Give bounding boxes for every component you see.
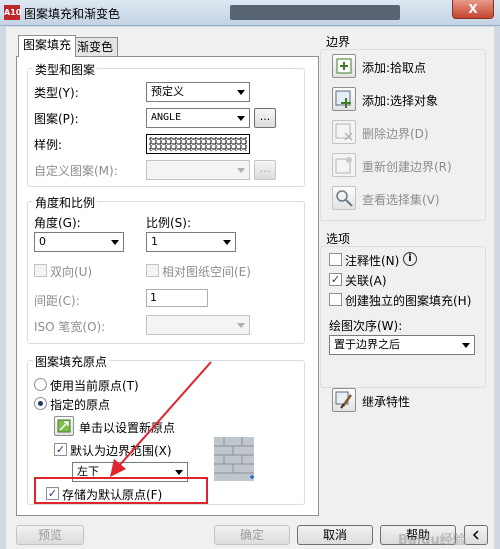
window-title: 图案填充和渐变色 bbox=[24, 7, 121, 21]
draw-order-label: 绘图次序(W): bbox=[329, 319, 403, 333]
view-selections-button[interactable] bbox=[332, 186, 356, 210]
close-button[interactable]: X bbox=[452, 0, 494, 19]
independent-hatch-checkbox[interactable] bbox=[329, 293, 342, 306]
inherit-properties-button[interactable] bbox=[332, 388, 356, 412]
inherit-properties-label: 继承特性 bbox=[362, 395, 411, 409]
draw-order-dropdown[interactable]: 置于边界之后 bbox=[329, 335, 475, 355]
dialog-client: 图案填充 渐变色 类型和图案 类型(Y): 预定义 图案(P): ANGLE .… bbox=[6, 27, 494, 549]
annotative-checkbox[interactable] bbox=[329, 253, 342, 266]
tab-hatch[interactable]: 图案填充 bbox=[18, 35, 77, 57]
recreate-boundary-label: 重新创建边界(R) bbox=[362, 160, 452, 174]
watermark-text: Baidu经验 bbox=[398, 533, 466, 548]
annotative-label: 注释性(N) bbox=[345, 254, 400, 268]
options-section-title: 选项 bbox=[326, 232, 351, 246]
add-select-objects-button[interactable] bbox=[332, 87, 356, 111]
remove-boundaries-button[interactable] bbox=[332, 120, 356, 144]
chevron-left-icon bbox=[472, 530, 479, 540]
magnifier-icon bbox=[336, 190, 353, 207]
add-pick-points-button[interactable] bbox=[332, 54, 356, 78]
associative-checkbox[interactable]: ✓ bbox=[329, 273, 342, 286]
add-select-objects-label: 添加:选择对象 bbox=[362, 94, 439, 108]
title-bar-obscured-region bbox=[230, 5, 400, 20]
draw-order-dropdown-value: 置于边界之后 bbox=[334, 338, 400, 351]
add-pick-point-icon bbox=[336, 58, 352, 74]
recreate-boundary-button[interactable] bbox=[332, 153, 356, 177]
more-options-button[interactable] bbox=[464, 525, 488, 545]
chevron-down-icon bbox=[462, 343, 470, 348]
title-bar: A10 图案填充和渐变色 X bbox=[0, 0, 500, 26]
info-icon[interactable]: i bbox=[403, 252, 417, 266]
remove-boundary-icon bbox=[335, 123, 353, 141]
associative-label: 关联(A) bbox=[345, 274, 387, 288]
preview-button[interactable]: 预览 bbox=[16, 525, 84, 545]
remove-boundaries-label: 删除边界(D) bbox=[362, 127, 429, 141]
add-pick-points-label: 添加:拾取点 bbox=[362, 61, 427, 75]
independent-hatch-label: 创建独立的图案填充(H) bbox=[345, 294, 472, 308]
add-select-objects-icon bbox=[335, 90, 351, 108]
app-logo-icon: A10 bbox=[4, 5, 21, 20]
ok-button[interactable]: 确定 bbox=[214, 525, 290, 545]
boundary-section-title: 边界 bbox=[326, 35, 351, 49]
recreate-boundary-icon bbox=[335, 157, 352, 174]
paintbrush-icon bbox=[335, 391, 353, 409]
cancel-button[interactable]: 取消 bbox=[297, 525, 373, 545]
view-selections-label: 查看选择集(V) bbox=[362, 193, 440, 207]
